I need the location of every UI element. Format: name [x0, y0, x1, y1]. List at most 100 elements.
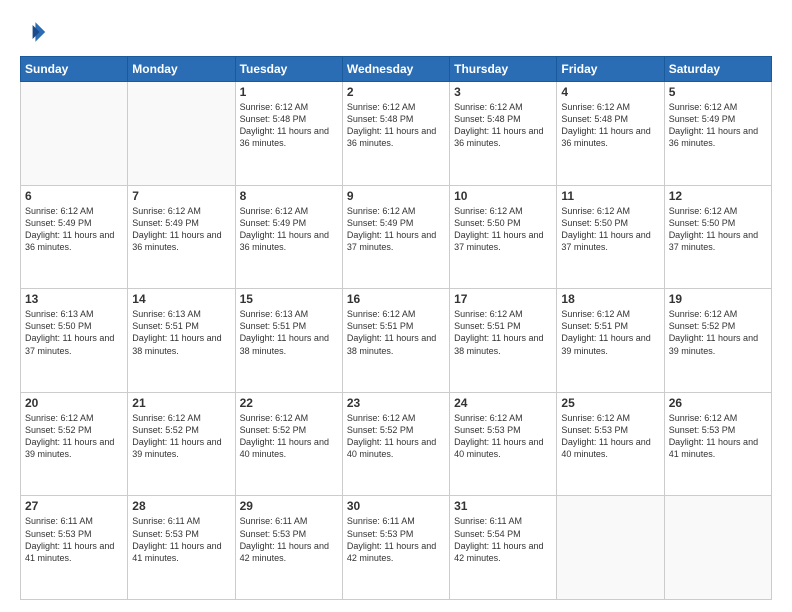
day-number: 11: [561, 189, 659, 203]
logo: [20, 18, 52, 46]
day-number: 23: [347, 396, 445, 410]
weekday-row: SundayMondayTuesdayWednesdayThursdayFrid…: [21, 57, 772, 82]
day-number: 4: [561, 85, 659, 99]
day-number: 24: [454, 396, 552, 410]
day-info: Sunrise: 6:11 AM Sunset: 5:53 PM Dayligh…: [240, 515, 338, 564]
day-number: 1: [240, 85, 338, 99]
calendar-cell: [21, 82, 128, 186]
day-number: 15: [240, 292, 338, 306]
day-info: Sunrise: 6:13 AM Sunset: 5:51 PM Dayligh…: [132, 308, 230, 357]
weekday-header-sunday: Sunday: [21, 57, 128, 82]
day-info: Sunrise: 6:12 AM Sunset: 5:52 PM Dayligh…: [347, 412, 445, 461]
calendar-cell: 21 Sunrise: 6:12 AM Sunset: 5:52 PM Dayli…: [128, 392, 235, 496]
day-number: 28: [132, 499, 230, 513]
weekday-header-saturday: Saturday: [664, 57, 771, 82]
weekday-header-wednesday: Wednesday: [342, 57, 449, 82]
day-number: 27: [25, 499, 123, 513]
calendar-cell: 24 Sunrise: 6:12 AM Sunset: 5:53 PM Dayli…: [450, 392, 557, 496]
calendar-header: SundayMondayTuesdayWednesdayThursdayFrid…: [21, 57, 772, 82]
day-info: Sunrise: 6:12 AM Sunset: 5:49 PM Dayligh…: [669, 101, 767, 150]
day-number: 25: [561, 396, 659, 410]
calendar-cell: 8Sunrise: 6:12 AM Sunset: 5:49 PM Daylig…: [235, 185, 342, 289]
day-info: Sunrise: 6:11 AM Sunset: 5:53 PM Dayligh…: [347, 515, 445, 564]
day-info: Sunrise: 6:11 AM Sunset: 5:54 PM Dayligh…: [454, 515, 552, 564]
calendar-cell: 15 Sunrise: 6:13 AM Sunset: 5:51 PM Dayli…: [235, 289, 342, 393]
week-row-4: 20Sunrise: 6:12 AM Sunset: 5:52 PM Dayli…: [21, 392, 772, 496]
day-info: Sunrise: 6:12 AM Sunset: 5:51 PM Dayligh…: [561, 308, 659, 357]
day-info: Sunrise: 6:13 AM Sunset: 5:51 PM Dayligh…: [240, 308, 338, 357]
day-info: Sunrise: 6:12 AM Sunset: 5:50 PM Dayligh…: [454, 205, 552, 254]
day-number: 30: [347, 499, 445, 513]
calendar-cell: 16Sunrise: 6:12 AM Sunset: 5:51 PM Dayli…: [342, 289, 449, 393]
day-info: Sunrise: 6:12 AM Sunset: 5:49 PM Dayligh…: [132, 205, 230, 254]
calendar-cell: [128, 82, 235, 186]
calendar-cell: 19Sunrise: 6:12 AM Sunset: 5:52 PM Dayli…: [664, 289, 771, 393]
weekday-header-monday: Monday: [128, 57, 235, 82]
day-number: 10: [454, 189, 552, 203]
day-info: Sunrise: 6:12 AM Sunset: 5:52 PM Dayligh…: [132, 412, 230, 461]
weekday-header-tuesday: Tuesday: [235, 57, 342, 82]
day-number: 16: [347, 292, 445, 306]
calendar-cell: 23 Sunrise: 6:12 AM Sunset: 5:52 PM Dayli…: [342, 392, 449, 496]
day-number: 17: [454, 292, 552, 306]
week-row-5: 27 Sunrise: 6:11 AM Sunset: 5:53 PM Dayli…: [21, 496, 772, 600]
day-number: 18: [561, 292, 659, 306]
week-row-3: 13Sunrise: 6:13 AM Sunset: 5:50 PM Dayli…: [21, 289, 772, 393]
day-number: 31: [454, 499, 552, 513]
day-number: 5: [669, 85, 767, 99]
calendar-cell: 11Sunrise: 6:12 AM Sunset: 5:50 PM Dayli…: [557, 185, 664, 289]
calendar-cell: 17 Sunrise: 6:12 AM Sunset: 5:51 PM Dayli…: [450, 289, 557, 393]
day-number: 26: [669, 396, 767, 410]
page: SundayMondayTuesdayWednesdayThursdayFrid…: [0, 0, 792, 612]
day-info: Sunrise: 6:12 AM Sunset: 5:49 PM Dayligh…: [240, 205, 338, 254]
day-info: Sunrise: 6:12 AM Sunset: 5:52 PM Dayligh…: [25, 412, 123, 461]
weekday-header-friday: Friday: [557, 57, 664, 82]
calendar-cell: 2 Sunrise: 6:12 AM Sunset: 5:48 PM Daylig…: [342, 82, 449, 186]
day-info: Sunrise: 6:12 AM Sunset: 5:48 PM Dayligh…: [561, 101, 659, 150]
day-info: Sunrise: 6:12 AM Sunset: 5:48 PM Dayligh…: [454, 101, 552, 150]
week-row-1: 1 Sunrise: 6:12 AM Sunset: 5:48 PM Daylig…: [21, 82, 772, 186]
calendar-cell: 3 Sunrise: 6:12 AM Sunset: 5:48 PM Daylig…: [450, 82, 557, 186]
header: [20, 18, 772, 46]
calendar-cell: 27Sunrise: 6:11 AM Sunset: 5:53 PM Dayli…: [21, 496, 128, 600]
calendar-cell: 4 Sunrise: 6:12 AM Sunset: 5:48 PM Daylig…: [557, 82, 664, 186]
day-number: 9: [347, 189, 445, 203]
day-info: Sunrise: 6:12 AM Sunset: 5:53 PM Dayligh…: [669, 412, 767, 461]
logo-icon: [20, 18, 48, 46]
day-info: Sunrise: 6:11 AM Sunset: 5:53 PM Dayligh…: [132, 515, 230, 564]
calendar-cell: 30 Sunrise: 6:11 AM Sunset: 5:53 PM Dayli…: [342, 496, 449, 600]
day-info: Sunrise: 6:12 AM Sunset: 5:53 PM Dayligh…: [561, 412, 659, 461]
day-number: 2: [347, 85, 445, 99]
calendar-cell: 25 Sunrise: 6:12 AM Sunset: 5:53 PM Dayli…: [557, 392, 664, 496]
calendar-cell: 6Sunrise: 6:12 AM Sunset: 5:49 PM Daylig…: [21, 185, 128, 289]
day-number: 29: [240, 499, 338, 513]
calendar-body: 1 Sunrise: 6:12 AM Sunset: 5:48 PM Daylig…: [21, 82, 772, 600]
calendar-cell: [664, 496, 771, 600]
calendar-cell: 5 Sunrise: 6:12 AM Sunset: 5:49 PM Daylig…: [664, 82, 771, 186]
day-info: Sunrise: 6:12 AM Sunset: 5:49 PM Dayligh…: [347, 205, 445, 254]
calendar-cell: 20Sunrise: 6:12 AM Sunset: 5:52 PM Dayli…: [21, 392, 128, 496]
calendar-cell: 28 Sunrise: 6:11 AM Sunset: 5:53 PM Dayli…: [128, 496, 235, 600]
day-info: Sunrise: 6:12 AM Sunset: 5:51 PM Dayligh…: [454, 308, 552, 357]
day-number: 3: [454, 85, 552, 99]
day-number: 14: [132, 292, 230, 306]
calendar-cell: 31 Sunrise: 6:11 AM Sunset: 5:54 PM Dayli…: [450, 496, 557, 600]
weekday-header-thursday: Thursday: [450, 57, 557, 82]
calendar-cell: 13Sunrise: 6:13 AM Sunset: 5:50 PM Dayli…: [21, 289, 128, 393]
calendar-cell: 9 Sunrise: 6:12 AM Sunset: 5:49 PM Daylig…: [342, 185, 449, 289]
day-number: 21: [132, 396, 230, 410]
day-number: 22: [240, 396, 338, 410]
day-info: Sunrise: 6:12 AM Sunset: 5:48 PM Dayligh…: [347, 101, 445, 150]
calendar-cell: 14 Sunrise: 6:13 AM Sunset: 5:51 PM Dayli…: [128, 289, 235, 393]
day-info: Sunrise: 6:12 AM Sunset: 5:49 PM Dayligh…: [25, 205, 123, 254]
day-info: Sunrise: 6:12 AM Sunset: 5:53 PM Dayligh…: [454, 412, 552, 461]
calendar-cell: 26 Sunrise: 6:12 AM Sunset: 5:53 PM Dayli…: [664, 392, 771, 496]
calendar-cell: 1Sunrise: 6:12 AM Sunset: 5:48 PM Daylig…: [235, 82, 342, 186]
day-number: 19: [669, 292, 767, 306]
day-number: 7: [132, 189, 230, 203]
day-info: Sunrise: 6:12 AM Sunset: 5:52 PM Dayligh…: [240, 412, 338, 461]
day-info: Sunrise: 6:12 AM Sunset: 5:50 PM Dayligh…: [669, 205, 767, 254]
calendar-cell: 7 Sunrise: 6:12 AM Sunset: 5:49 PM Daylig…: [128, 185, 235, 289]
calendar: SundayMondayTuesdayWednesdayThursdayFrid…: [20, 56, 772, 600]
calendar-cell: 12Sunrise: 6:12 AM Sunset: 5:50 PM Dayli…: [664, 185, 771, 289]
